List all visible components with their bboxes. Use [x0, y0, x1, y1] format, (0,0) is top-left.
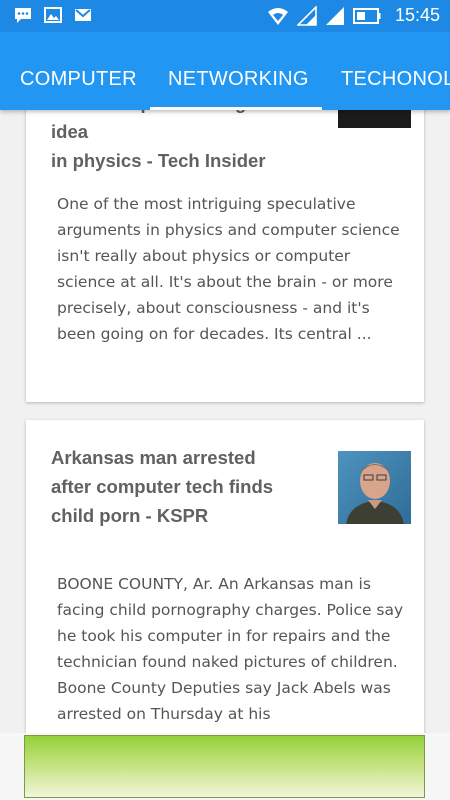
article-thumbnail — [338, 451, 411, 524]
article-card[interactable]: Must accept this thing's idea in physics… — [26, 60, 424, 402]
tab-techonol[interactable]: TECHONOL — [341, 68, 450, 91]
ad-container — [0, 733, 450, 800]
signal-icon — [296, 5, 317, 26]
status-bar: 15:45 — [0, 0, 450, 32]
article-title: Arkansas man arrested after computer tec… — [51, 447, 274, 526]
image-icon — [44, 7, 62, 23]
category-tab-bar: COMPUTER NETWORKING TECHONOL — [0, 32, 450, 110]
signal-icon — [325, 6, 344, 25]
selected-tab-indicator — [150, 107, 322, 110]
system-icons: 15:45 — [267, 5, 440, 26]
article-snippet: BOONE COUNTY, Ar. An Arkansas man is fac… — [57, 575, 404, 723]
notification-icons — [14, 7, 92, 23]
wifi-icon — [267, 7, 288, 25]
gmail-icon — [75, 9, 91, 21]
article-card[interactable]: Arkansas man arrested after computer tec… — [26, 420, 424, 760]
chat-icon — [15, 8, 31, 23]
article-snippet: One of the most intriguing speculative a… — [57, 195, 400, 343]
clock: 15:45 — [394, 5, 440, 25]
tab-networking[interactable]: NETWORKING — [168, 68, 309, 91]
ad-banner[interactable] — [24, 735, 425, 798]
battery-icon — [352, 7, 381, 24]
article-title-line: in physics - Tech Insider — [51, 150, 266, 171]
tab-computer[interactable]: COMPUTER — [20, 68, 137, 91]
